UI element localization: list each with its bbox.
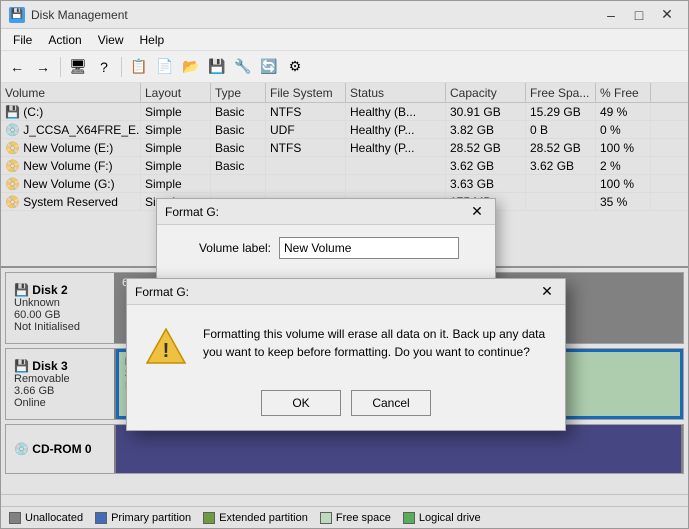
minimize-button[interactable]: – — [598, 5, 624, 25]
warning-icon: ! — [145, 325, 187, 370]
ok-button[interactable]: OK — [261, 390, 341, 416]
confirm-dialog-title: Format G: ✕ — [127, 279, 565, 305]
cancel-button[interactable]: Cancel — [351, 390, 431, 416]
back-button[interactable]: ← — [5, 55, 29, 79]
confirm-message: Formatting this volume will erase all da… — [203, 325, 547, 361]
svg-text:!: ! — [163, 340, 170, 362]
close-button[interactable]: ✕ — [654, 5, 680, 25]
volume-label-input[interactable] — [279, 237, 459, 259]
save-button[interactable]: 💾 — [205, 55, 229, 79]
format-dialog-behind-close[interactable]: ✕ — [467, 203, 487, 221]
menu-action[interactable]: Action — [40, 29, 89, 50]
window-title: Disk Management — [31, 8, 128, 22]
title-bar-left: 💾 Disk Management — [9, 7, 128, 23]
menu-bar: File Action View Help — [1, 29, 688, 51]
window-controls: – □ ✕ — [598, 5, 680, 25]
volume-label-text: Volume label: — [171, 241, 271, 255]
toolbar-separator-1 — [60, 57, 61, 77]
help-button[interactable]: ? — [92, 55, 116, 79]
confirm-dialog-close[interactable]: ✕ — [537, 283, 557, 301]
properties-button[interactable]: 📋 — [127, 55, 151, 79]
format-dialog-behind: Format G: ✕ Volume label: — [156, 198, 496, 280]
settings-button[interactable]: ⚙ — [283, 55, 307, 79]
refresh-button[interactable]: 🔄 — [257, 55, 281, 79]
format-dialog-behind-body: Volume label: — [157, 225, 495, 279]
toolbar-separator-2 — [121, 57, 122, 77]
computer-button[interactable]: 🖥 — [66, 55, 90, 79]
format-dialog-behind-title-text: Format G: — [165, 205, 219, 219]
confirm-dialog-title-text: Format G: — [135, 285, 189, 299]
menu-file[interactable]: File — [5, 29, 40, 50]
app-icon: 💾 — [9, 7, 25, 23]
volume-label-row: Volume label: — [171, 237, 481, 259]
new-button[interactable]: 📄 — [153, 55, 177, 79]
format-button[interactable]: 🔧 — [231, 55, 255, 79]
content-area: Volume Layout Type File System Status Ca… — [1, 83, 688, 528]
confirm-buttons: OK Cancel — [127, 382, 565, 430]
format-dialog-behind-title: Format G: ✕ — [157, 199, 495, 225]
open-button[interactable]: 📂 — [179, 55, 203, 79]
confirm-dialog: Format G: ✕ ! Formatting this volume wil… — [126, 278, 566, 431]
confirm-dialog-body: ! Formatting this volume will erase all … — [127, 305, 565, 382]
main-window: 💾 Disk Management – □ ✕ File Action View… — [0, 0, 689, 529]
forward-button[interactable]: → — [31, 55, 55, 79]
maximize-button[interactable]: □ — [626, 5, 652, 25]
menu-view[interactable]: View — [90, 29, 132, 50]
title-bar: 💾 Disk Management – □ ✕ — [1, 1, 688, 29]
menu-help[interactable]: Help — [132, 29, 173, 50]
toolbar: ← → 🖥 ? 📋 📄 📂 💾 🔧 🔄 ⚙ — [1, 51, 688, 83]
